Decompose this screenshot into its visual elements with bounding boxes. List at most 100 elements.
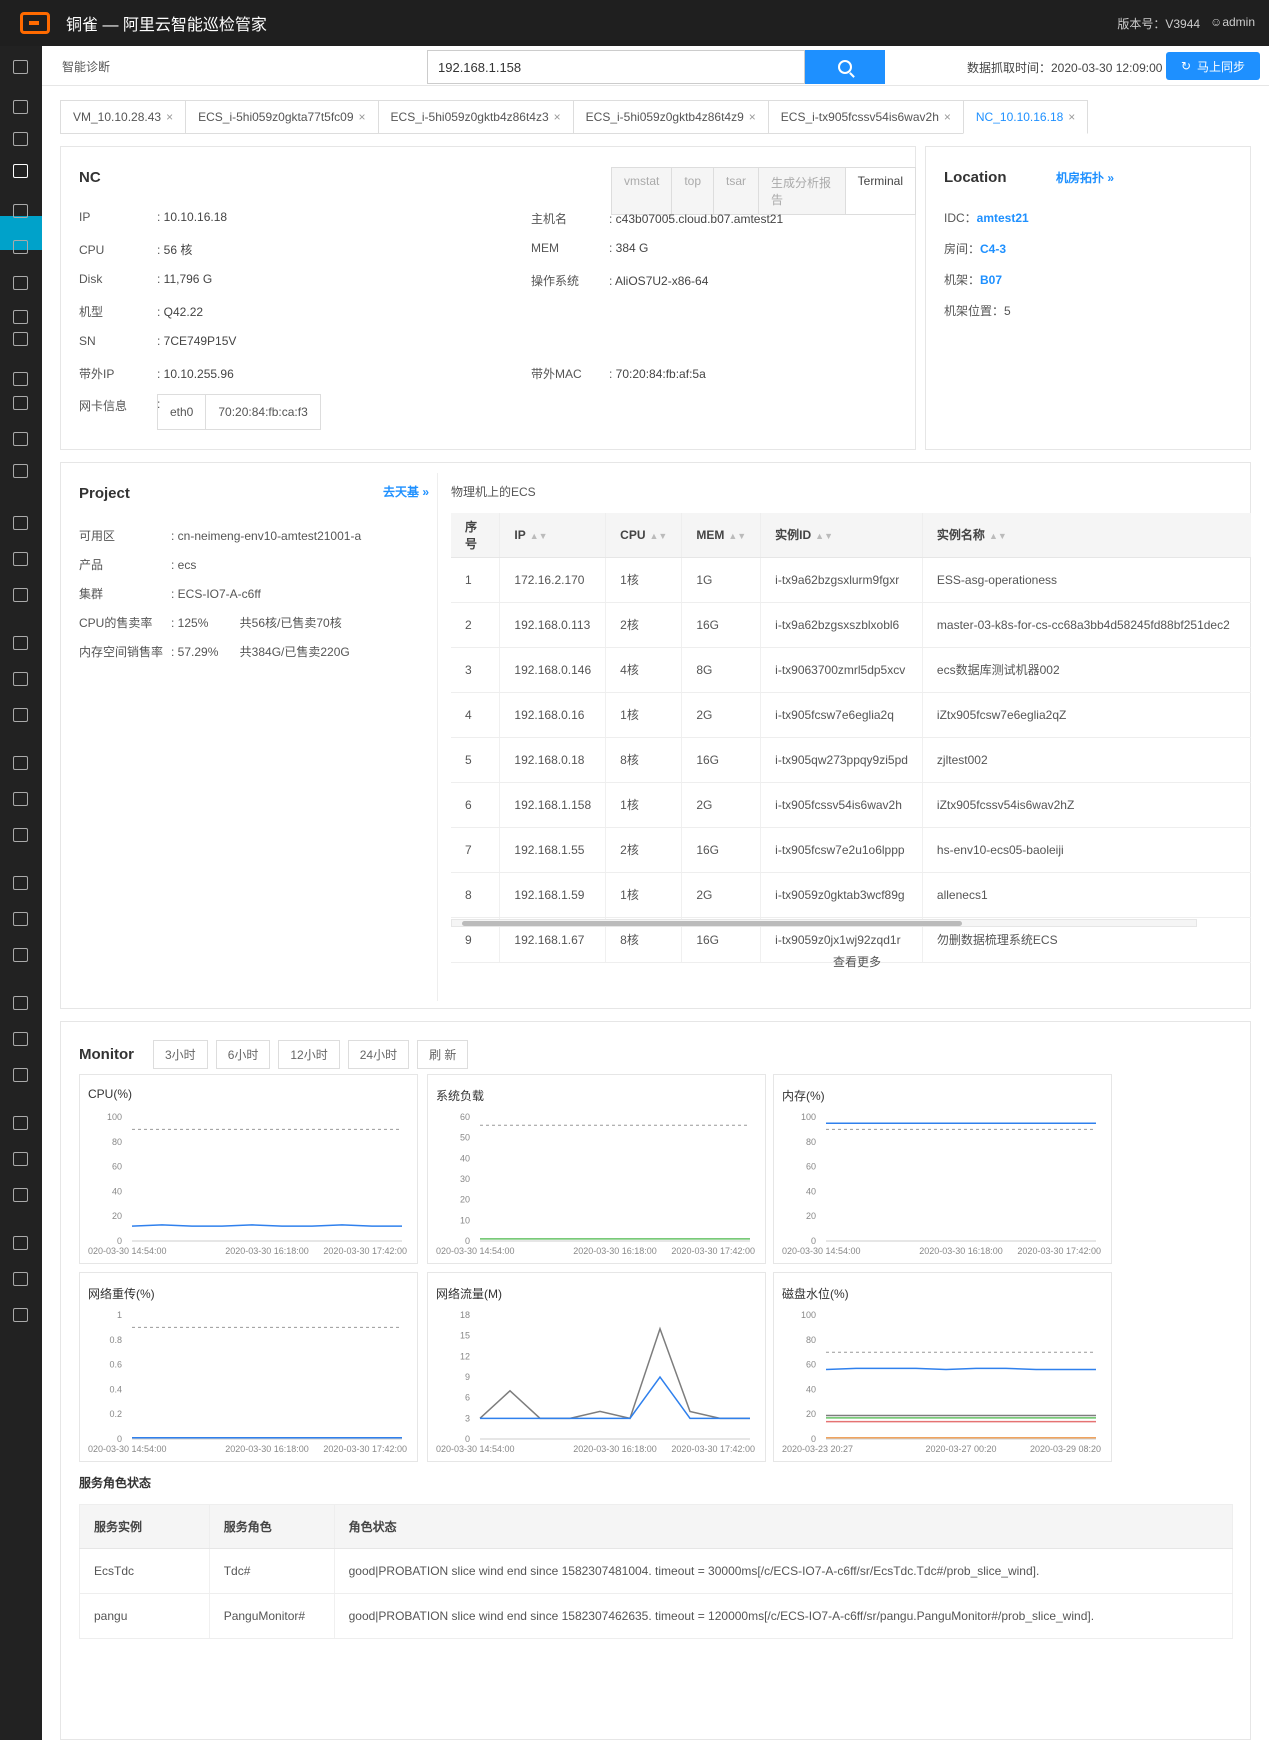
ecs-cell[interactable]: i-tx905fcsw7e2u1o6lppp [760,827,923,873]
search-input[interactable] [427,50,805,84]
idc-value[interactable]: amtest21 [977,211,1029,225]
user-menu[interactable]: ☺admin [1210,15,1255,32]
tianji-link[interactable]: 去天基 » [383,483,429,500]
ecs-cell[interactable]: i-tx905qw273ppqy9zi5pd [760,737,923,783]
ecs-cell[interactable]: i-tx9a62bzgsxszblxobl6 [760,602,923,648]
refresh-button[interactable]: 刷 新 [417,1040,469,1069]
room-value[interactable]: C4-3 [980,242,1006,256]
sidebar-gear-icon[interactable] [13,948,28,962]
top-bar: 铜雀 — 阿里云智能巡检管家 版本号：V3944 ☺admin [0,0,1269,46]
nc-action-button-5[interactable]: Terminal [844,167,916,215]
ecs-table-scrollbar[interactable] [451,919,1197,927]
nc-action-button-3[interactable]: tsar [713,167,760,215]
range-button-2[interactable]: 6小时 [215,1040,271,1069]
ecs-col-header[interactable]: MEM ▲▼ [681,513,762,558]
scrollbar-thumb[interactable] [462,921,962,926]
ecs-col-header[interactable]: IP ▲▼ [499,513,607,558]
tab-5[interactable]: ECS_i-tx905fcssv54is6wav2h × [767,100,964,134]
service-col-header: 服务角色 [209,1504,335,1549]
ecs-cell[interactable]: i-tx905fcssv54is6wav2h [760,782,923,828]
sidebar-chart-icon[interactable] [13,310,28,324]
ecs-col-header[interactable]: 实例ID ▲▼ [760,513,923,558]
project-field-value: ecs [177,558,197,572]
sidebar-chart-icon[interactable] [13,1152,28,1166]
nc-action-button-2[interactable]: top [671,167,715,215]
y-tick-label: 60 [806,1162,816,1172]
sort-icon[interactable]: ▲▼ [728,531,746,541]
sidebar-gear-icon[interactable] [13,1188,28,1202]
sidebar-db-icon[interactable] [13,332,28,346]
sidebar-db-icon[interactable] [13,396,28,410]
chart-panel: 网络重传(%) 1 0.8 0.6 0.4 0.2 0 020-03-30 14:54:00 2… [79,1272,418,1462]
sidebar-db-icon[interactable] [13,756,28,770]
sidebar-gear-icon[interactable] [13,588,28,602]
tab-6[interactable]: NC_10.10.16.18 × [962,100,1089,134]
sidebar-edit-icon[interactable] [13,132,28,146]
ecs-cell: 5 [451,737,501,783]
ecs-cell[interactable]: i-tx9063700zmrl5dp5xcv [760,647,923,693]
y-tick-label: 0 [465,1236,470,1246]
sidebar-chart-icon[interactable] [13,1272,28,1286]
ecs-col-header[interactable]: CPU ▲▼ [605,513,683,558]
ecs-col-header[interactable]: 实例名称 ▲▼ [922,513,1251,558]
sidebar-alert-icon[interactable] [13,204,28,218]
topology-link[interactable]: 机房拓扑 » [1056,169,1114,186]
close-icon[interactable]: × [1068,110,1075,124]
tab-2[interactable]: ECS_i-5hi059z0gkta77t5fc09 × [185,100,379,134]
sort-icon[interactable]: ▲▼ [530,531,548,541]
sidebar-gear-icon[interactable] [13,1068,28,1082]
sidebar-gear-icon[interactable] [13,828,28,842]
sync-button[interactable]: ↻ 马上同步 [1166,52,1260,80]
tab-3[interactable]: ECS_i-5hi059z0gktb4z86t4z3 × [377,100,574,134]
close-icon[interactable]: × [166,110,173,124]
ecs-cell[interactable]: i-tx905fcsw7e6eglia2q [760,692,923,738]
sidebar-db-icon[interactable] [13,276,28,290]
sidebar-report-icon[interactable] [13,100,28,114]
sidebar-chart-icon[interactable] [13,552,28,566]
close-icon[interactable]: × [944,110,951,124]
ecs-cell[interactable]: i-tx9a62bzgsxlurm9fgxr [760,557,923,603]
nc-field-value: 70:20:84:fb:af:5a [615,367,706,381]
sidebar-db-icon[interactable] [13,1116,28,1130]
sidebar-chart-icon[interactable] [13,672,28,686]
sidebar-gear-icon[interactable] [13,464,28,478]
search-button[interactable] [805,50,885,84]
view-more-link[interactable]: 查看更多 [833,953,881,970]
sidebar-chart-icon[interactable] [13,372,28,386]
sidebar-chart-icon[interactable] [13,1032,28,1046]
nc-action-button-1[interactable]: vmstat [611,167,673,215]
tab-4[interactable]: ECS_i-5hi059z0gktb4z86t4z9 × [572,100,769,134]
x-tick-label: 020-03-30 14:54:00 [782,1246,861,1256]
sidebar-diagnose-icon[interactable] [13,164,28,178]
range-button-3[interactable]: 12小时 [278,1040,340,1069]
ecs-row: 3 192.168.0.146 4核 8G i-tx9063700zmrl5dp5xcv… [451,647,1251,693]
sidebar-db-icon[interactable] [13,516,28,530]
sidebar-box-icon[interactable] [13,240,28,254]
close-icon[interactable]: × [749,110,756,124]
rack-value[interactable]: B07 [980,273,1002,287]
range-button-1[interactable]: 3小时 [153,1040,208,1069]
tab-1[interactable]: VM_10.10.28.43 × [60,100,187,134]
sort-icon[interactable]: ▲▼ [815,531,833,541]
range-button-4[interactable]: 24小时 [347,1040,410,1069]
sidebar-db-icon[interactable] [13,636,28,650]
sort-icon[interactable]: ▲▼ [650,531,668,541]
ecs-col-header[interactable]: 序号 [451,513,501,558]
nc-action-button-4[interactable]: 生成分析报告 [758,167,846,215]
nc-field-value: 11,796 G [163,272,213,286]
ecs-cell[interactable]: i-tx9059z0gktab3wcf89g [760,872,923,918]
sidebar-gear-icon[interactable] [13,708,28,722]
close-icon[interactable]: × [359,110,366,124]
sidebar-db-icon[interactable] [13,876,28,890]
x-tick-label: 020-03-30 14:54:00 [436,1444,515,1454]
close-icon[interactable]: × [554,110,561,124]
sidebar-home-icon[interactable] [13,60,28,74]
sidebar-chart-icon[interactable] [13,432,28,446]
sidebar-chart-icon[interactable] [13,792,28,806]
y-tick-label: 50 [460,1133,470,1143]
sidebar-chart-icon[interactable] [13,912,28,926]
sidebar-db-icon[interactable] [13,996,28,1010]
sidebar-db-icon[interactable] [13,1236,28,1250]
sort-icon[interactable]: ▲▼ [989,531,1007,541]
sidebar-gear-icon[interactable] [13,1308,28,1322]
